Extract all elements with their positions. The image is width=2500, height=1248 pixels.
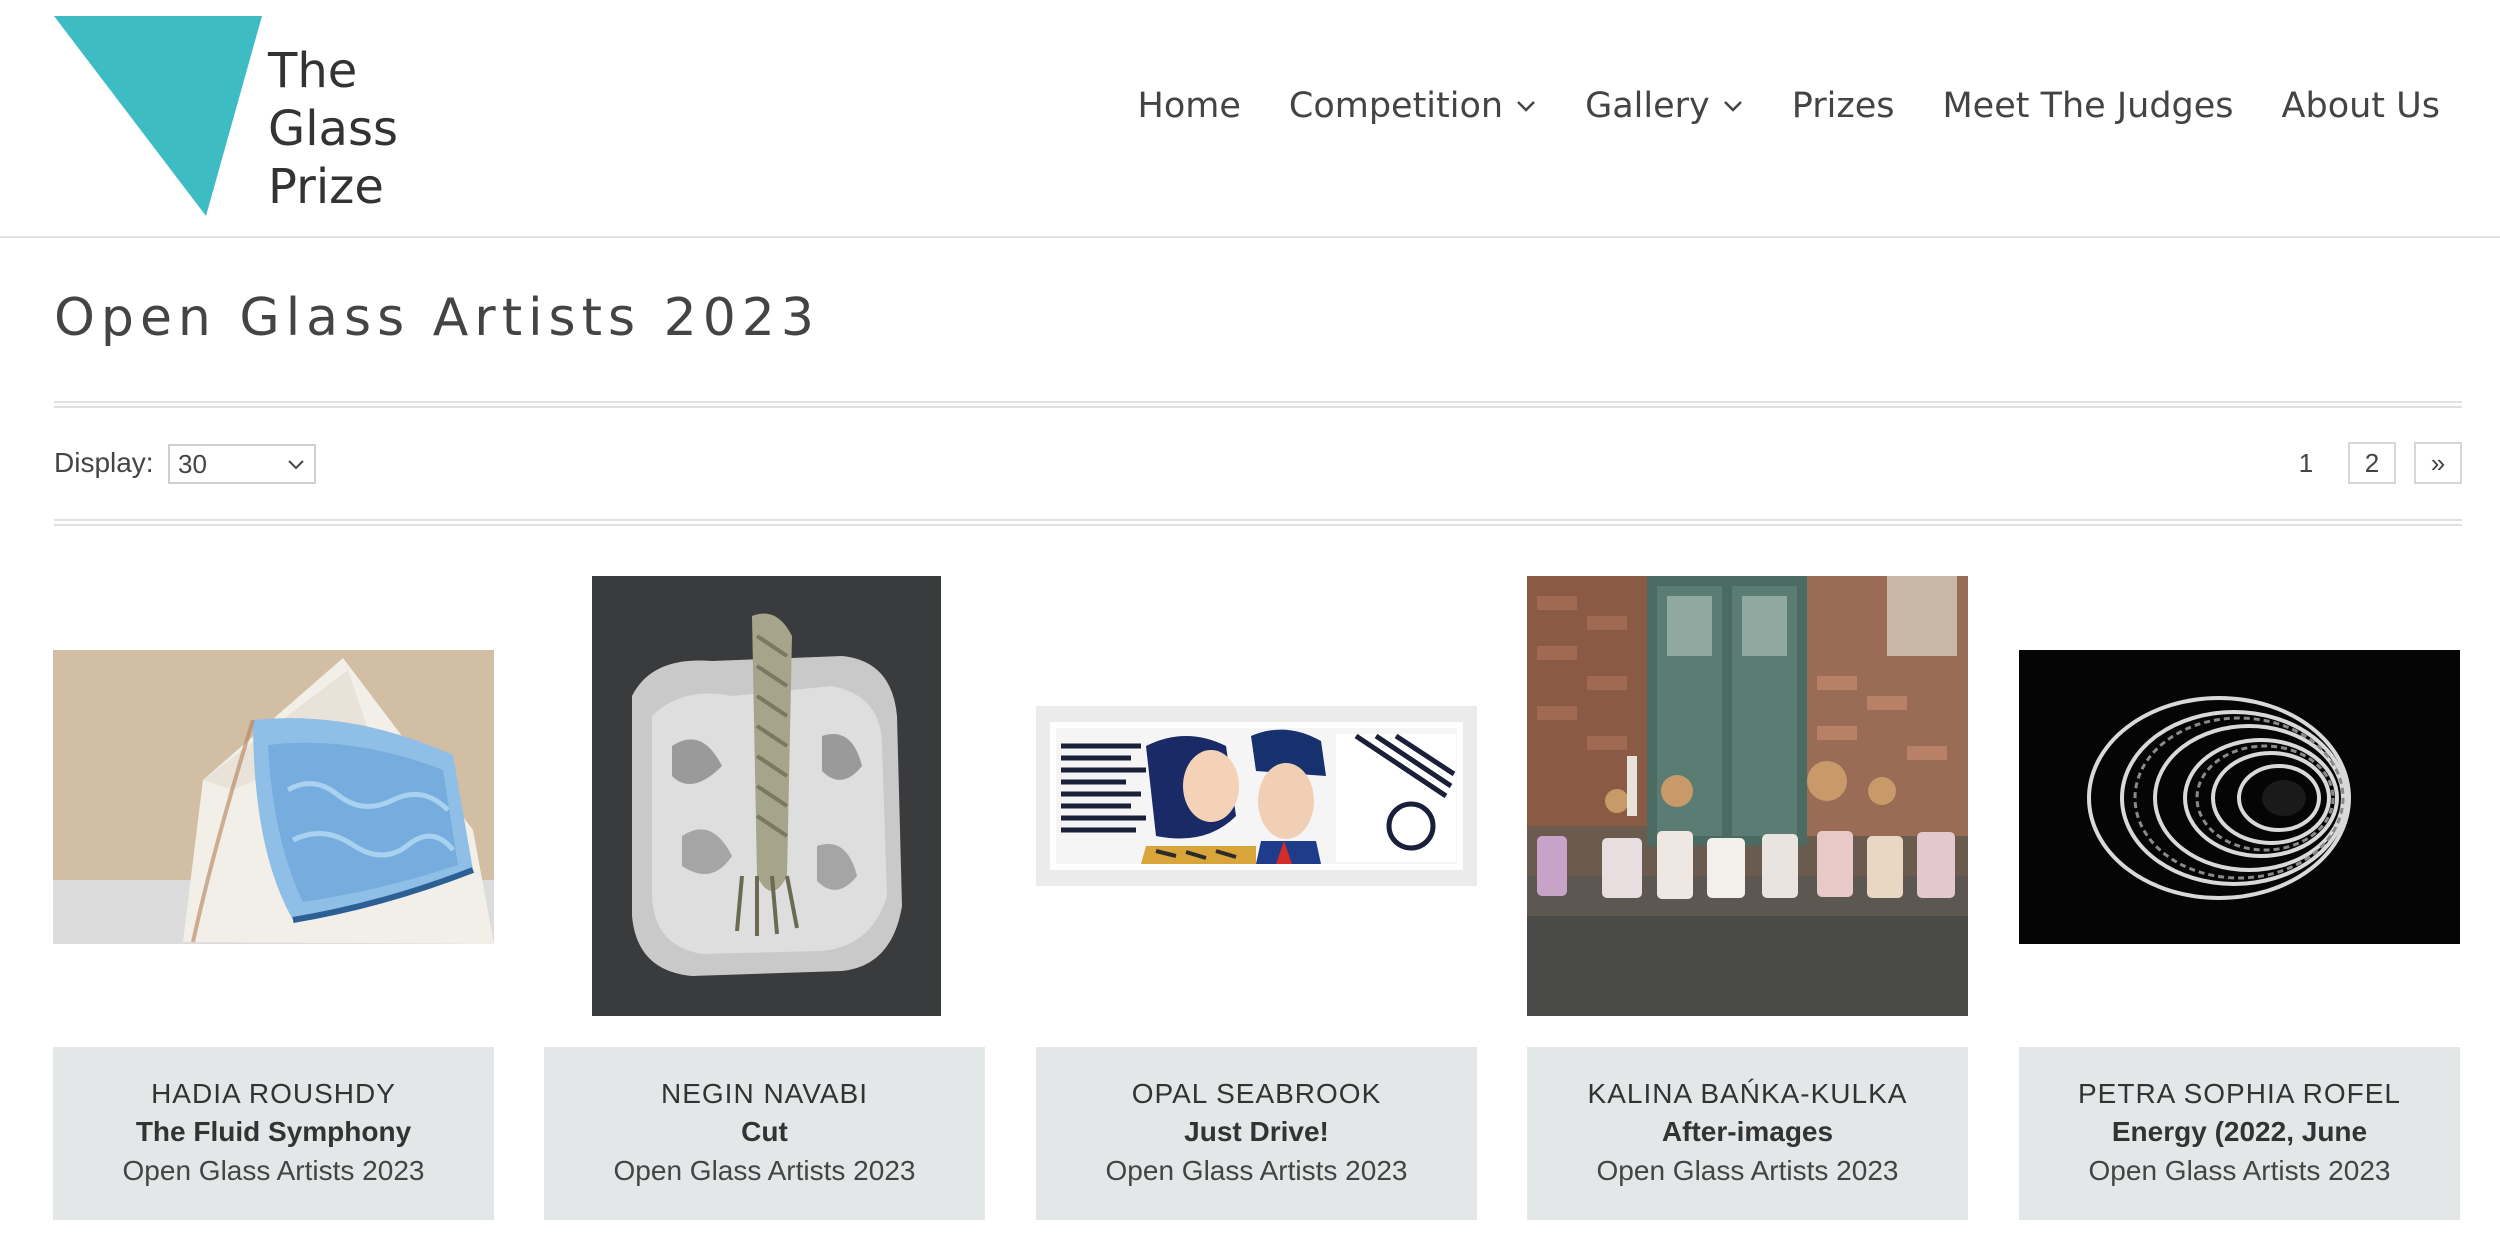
chevron-down-icon bbox=[1723, 101, 1742, 112]
divider bbox=[54, 519, 2462, 521]
divider bbox=[54, 401, 2462, 403]
main-nav: Home Competition Gallery Prizes Meet The… bbox=[1090, 86, 2440, 126]
artwork-collection: Open Glass Artists 2023 bbox=[122, 1155, 425, 1186]
divider bbox=[54, 406, 2462, 408]
logo-triangle-icon bbox=[54, 16, 262, 216]
artwork-collection: Open Glass Artists 2023 bbox=[613, 1155, 916, 1186]
artist-name[interactable]: HADIA ROUSHDY bbox=[53, 1075, 494, 1113]
artwork-title[interactable]: After-images bbox=[1527, 1113, 1968, 1151]
artwork-title[interactable]: Energy (2022, June bbox=[2019, 1113, 2460, 1151]
logo-line-3: Prize bbox=[268, 159, 384, 215]
artwork-title[interactable]: Cut bbox=[544, 1113, 985, 1151]
logo-wordmark: The Glass Prize bbox=[268, 42, 398, 216]
artwork-collection: Open Glass Artists 2023 bbox=[1596, 1155, 1899, 1186]
artwork-caption: KALINA BAŃKA-KULKA After-images Open Gla… bbox=[1527, 1047, 1968, 1220]
artwork-image-box[interactable] bbox=[544, 576, 985, 1016]
chevron-down-icon bbox=[288, 460, 304, 470]
artwork-card[interactable]: OPAL SEABROOK Just Drive! Open Glass Art… bbox=[1036, 576, 1477, 1220]
nav-prizes[interactable]: Prizes bbox=[1792, 86, 1895, 126]
artwork-caption: OPAL SEABROOK Just Drive! Open Glass Art… bbox=[1036, 1047, 1477, 1220]
artwork-caption: HADIA ROUSHDY The Fluid Symphony Open Gl… bbox=[53, 1047, 494, 1220]
artwork-image[interactable] bbox=[1036, 706, 1477, 886]
artwork-image-box[interactable] bbox=[1036, 576, 1477, 1016]
nav-gallery-label: Gallery bbox=[1585, 86, 1710, 126]
artist-name[interactable]: OPAL SEABROOK bbox=[1036, 1075, 1477, 1113]
chevron-down-icon bbox=[1517, 101, 1535, 112]
artwork-card[interactable]: HADIA ROUSHDY The Fluid Symphony Open Gl… bbox=[53, 576, 494, 1220]
artist-name[interactable]: NEGIN NAVABI bbox=[544, 1075, 985, 1113]
display-count-select[interactable]: 30 bbox=[168, 444, 316, 484]
artwork-collection: Open Glass Artists 2023 bbox=[1105, 1155, 1408, 1186]
artwork-image[interactable] bbox=[53, 650, 494, 944]
artwork-caption: PETRA SOPHIA ROFEL Energy (2022, June Op… bbox=[2019, 1047, 2460, 1220]
artist-name[interactable]: KALINA BAŃKA-KULKA bbox=[1527, 1075, 1968, 1113]
nav-competition[interactable]: Competition bbox=[1289, 86, 1537, 126]
nav-gallery[interactable]: Gallery bbox=[1585, 86, 1744, 126]
pagination: 1 2 » bbox=[2264, 442, 2462, 484]
page-current[interactable]: 1 bbox=[2282, 442, 2330, 484]
artwork-card[interactable]: NEGIN NAVABI Cut Open Glass Artists 2023 bbox=[544, 576, 985, 1220]
nav-prizes-label: Prizes bbox=[1791, 86, 1895, 126]
site-logo[interactable]: The Glass Prize bbox=[54, 16, 414, 222]
artwork-card[interactable]: KALINA BAŃKA-KULKA After-images Open Gla… bbox=[1527, 576, 1968, 1220]
logo-line-1: The bbox=[268, 43, 358, 99]
artwork-caption: NEGIN NAVABI Cut Open Glass Artists 2023 bbox=[544, 1047, 985, 1220]
artwork-title[interactable]: Just Drive! bbox=[1036, 1113, 1477, 1151]
nav-judges-label: Meet The Judges bbox=[1942, 86, 2234, 126]
nav-competition-label: Competition bbox=[1288, 86, 1504, 126]
nav-home[interactable]: Home bbox=[1138, 86, 1241, 126]
artwork-collection: Open Glass Artists 2023 bbox=[2088, 1155, 2391, 1186]
artwork-image[interactable] bbox=[592, 576, 941, 1016]
artwork-image-box[interactable] bbox=[1527, 576, 1968, 1016]
artwork-gallery: HADIA ROUSHDY The Fluid Symphony Open Gl… bbox=[53, 576, 2461, 1248]
page-title: Open Glass Artists 2023 bbox=[54, 288, 820, 348]
nav-home-label: Home bbox=[1137, 86, 1241, 126]
artwork-image-box[interactable] bbox=[2019, 576, 2460, 1016]
artwork-image[interactable] bbox=[1527, 576, 1968, 1016]
nav-about-us[interactable]: About Us bbox=[2282, 86, 2440, 126]
nav-about-label: About Us bbox=[2281, 86, 2440, 126]
page-2-link[interactable]: 2 bbox=[2348, 442, 2396, 484]
logo-line-2: Glass bbox=[268, 101, 398, 157]
display-label: Display: bbox=[54, 447, 154, 478]
artwork-image-box[interactable] bbox=[53, 576, 494, 1016]
display-count-value: 30 bbox=[178, 449, 207, 479]
artist-name[interactable]: PETRA SOPHIA ROFEL bbox=[2019, 1075, 2460, 1113]
artwork-image[interactable] bbox=[2019, 650, 2460, 944]
site-header: The Glass Prize Home Competition Gallery… bbox=[0, 0, 2500, 238]
artwork-card[interactable]: PETRA SOPHIA ROFEL Energy (2022, June Op… bbox=[2019, 576, 2460, 1220]
nav-meet-the-judges[interactable]: Meet The Judges bbox=[1942, 86, 2233, 126]
artwork-title[interactable]: The Fluid Symphony bbox=[53, 1113, 494, 1151]
divider bbox=[54, 524, 2462, 526]
next-page-link[interactable]: » bbox=[2414, 442, 2462, 484]
